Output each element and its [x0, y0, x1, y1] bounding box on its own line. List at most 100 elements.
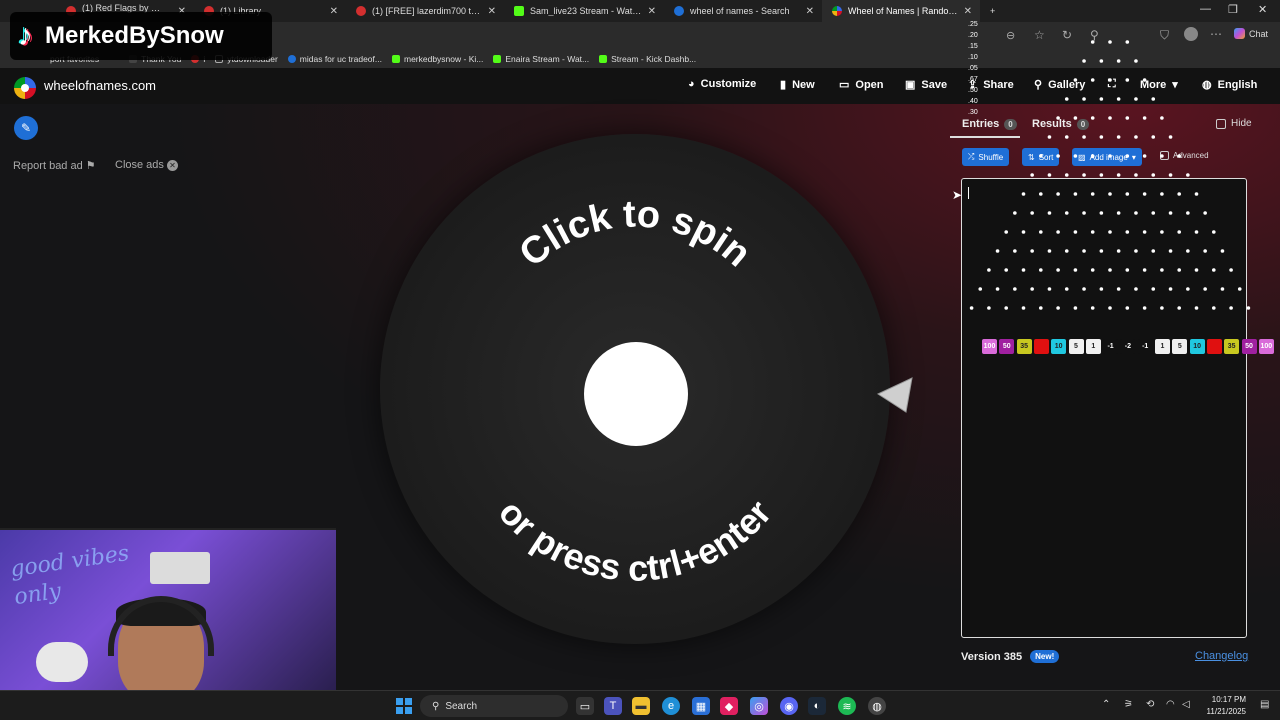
plinko-peg — [1030, 211, 1034, 215]
plinko-peg — [1186, 287, 1190, 291]
plinko-peg — [1116, 249, 1121, 253]
clock-time: 10:17 PM — [1211, 695, 1246, 704]
bookmark-item[interactable]: midas for uc tradeof... — [287, 54, 382, 64]
wheel-hub[interactable] — [584, 342, 688, 446]
taskbar-search-label: Search — [445, 700, 478, 712]
wifi-icon[interactable]: ◠ — [1166, 699, 1175, 710]
tab-wheel-of-names[interactable]: Wheel of Names | Random name ✕ — [822, 0, 980, 22]
teams-icon[interactable]: T — [604, 697, 622, 715]
tab-search[interactable]: wheel of names - Search ✕ — [664, 0, 822, 22]
bookmark-item[interactable]: Stream - Kick Dashb... — [599, 54, 696, 64]
plinko-peg — [1151, 287, 1156, 291]
new-badge: New! — [1030, 650, 1060, 663]
edit-button[interactable]: ✎ — [14, 116, 38, 140]
plinko-peg — [1021, 230, 1026, 234]
plinko-slot: -1 — [1137, 339, 1153, 354]
bookmark-label: merkedbysnow - Ki... — [403, 54, 484, 64]
open-button[interactable]: ▭ Open — [839, 78, 884, 92]
store-icon[interactable]: ▦ — [692, 697, 710, 715]
maximize-icon[interactable]: ❐ — [1228, 3, 1238, 16]
plinko-peg — [1177, 306, 1181, 310]
plinko-peg — [1116, 287, 1121, 291]
volume-icon[interactable]: ◁ — [1182, 699, 1190, 710]
app-icon[interactable]: ◆ — [720, 697, 738, 715]
new-button[interactable]: ▮ New — [780, 78, 815, 92]
bookmark-item[interactable]: Enaira Stream - Wat... — [493, 54, 589, 64]
close-ads-link[interactable]: Close ads ✕ — [115, 159, 178, 171]
report-ad-link[interactable]: Report bad ad ⚑ — [13, 159, 96, 172]
plinko-peg — [1099, 287, 1104, 291]
close-tab-icon[interactable]: ✕ — [806, 6, 814, 17]
plinko-peg — [1160, 192, 1164, 196]
plinko-peg — [1004, 306, 1008, 310]
tray-icon[interactable]: ⟲ — [1146, 699, 1154, 710]
plinko-peg — [1030, 249, 1034, 253]
plinko-peg — [1082, 173, 1086, 177]
new-tab-button[interactable]: + — [980, 0, 1004, 22]
tab-sam-stream[interactable]: Sam_live23 Stream - Watch Live o ✕ — [504, 0, 664, 22]
bookmark-label: Enaira Stream - Wat... — [505, 54, 590, 64]
wheel-top-text: Click to spin — [512, 193, 759, 275]
new-label: New — [792, 78, 815, 91]
plinko-peg — [1116, 211, 1121, 215]
kick-icon — [514, 6, 524, 16]
customize-label: Customize — [700, 78, 757, 90]
discord-icon[interactable]: ◉ — [780, 697, 798, 715]
network-icon[interactable]: ⚞ — [1124, 699, 1133, 710]
notifications-icon[interactable]: ▤ — [1260, 699, 1269, 710]
plinko-peg — [1194, 306, 1199, 310]
plinko-peg — [1064, 97, 1069, 101]
plinko-peg — [1064, 287, 1069, 291]
plinko-peg — [1160, 306, 1164, 310]
plinko-peg — [1056, 154, 1060, 158]
plinko-peg — [1099, 249, 1104, 253]
plinko-peg — [1151, 135, 1156, 139]
bookmark-item[interactable]: merkedbysnow - Ki... — [391, 54, 484, 64]
taskbar-clock[interactable]: 10:17 PM 11/21/2025 — [1196, 694, 1246, 718]
close-circle-icon: ✕ — [166, 160, 178, 171]
close-tab-icon[interactable]: ✕ — [964, 6, 972, 17]
plinko-peg — [1030, 287, 1034, 291]
save-button[interactable]: ▣ Save — [905, 78, 948, 92]
plinko-peg — [1073, 230, 1078, 234]
taskbar-search[interactable]: ⚲ Search — [420, 695, 568, 717]
customize-button[interactable]: ◕ Customize — [688, 78, 756, 90]
version-info: Version 385 New! — [961, 650, 1060, 663]
close-ads-label: Close ads — [115, 159, 164, 171]
open-label: Open — [855, 78, 884, 91]
task-view-icon[interactable]: ▭ — [576, 697, 594, 715]
plinko-peg — [1237, 287, 1242, 291]
windows-start-icon[interactable] — [396, 698, 412, 714]
edge-icon[interactable]: e — [662, 697, 680, 715]
plinko-slot: 10 — [1189, 339, 1205, 354]
tray-overflow-icon[interactable]: ⌃ — [1102, 699, 1110, 710]
site-logo[interactable] — [14, 77, 36, 99]
save-label: Save — [921, 78, 948, 91]
tab-free-beat[interactable]: (1) [FREE] lazerdim700 type beat ✕ — [346, 0, 504, 22]
plinko-peg — [1013, 211, 1017, 215]
plinko-peg — [1073, 268, 1078, 272]
plinko-peg — [1073, 116, 1078, 120]
plinko-peg — [1116, 97, 1121, 101]
changelog-link[interactable]: Changelog — [1195, 650, 1248, 662]
minimize-icon[interactable]: — — [1200, 3, 1211, 15]
plinko-peg — [1142, 306, 1147, 310]
chrome-icon[interactable]: ◍ — [868, 697, 886, 715]
plinko-peg — [995, 287, 1000, 291]
close-tab-icon[interactable]: ✕ — [488, 6, 496, 17]
file-explorer-icon[interactable]: ▬ — [632, 697, 650, 715]
steam-icon[interactable]: ◐ — [808, 697, 826, 715]
plinko-peg — [1142, 154, 1147, 158]
spotify-icon[interactable]: ≋ — [838, 697, 856, 715]
plinko-peg — [1073, 154, 1078, 158]
plinko-slot: 1 — [1085, 339, 1101, 354]
plinko-peg — [1013, 287, 1017, 291]
plinko-peg — [1082, 211, 1086, 215]
plinko-peg — [1177, 268, 1181, 272]
close-tab-icon[interactable]: ✕ — [648, 6, 656, 17]
plinko-peg — [987, 268, 991, 272]
close-tab-icon[interactable]: ✕ — [330, 6, 338, 17]
copilot-icon[interactable]: ◎ — [750, 697, 768, 715]
site-name[interactable]: wheelofnames.com — [44, 78, 156, 93]
close-window-icon[interactable]: ✕ — [1258, 3, 1267, 16]
